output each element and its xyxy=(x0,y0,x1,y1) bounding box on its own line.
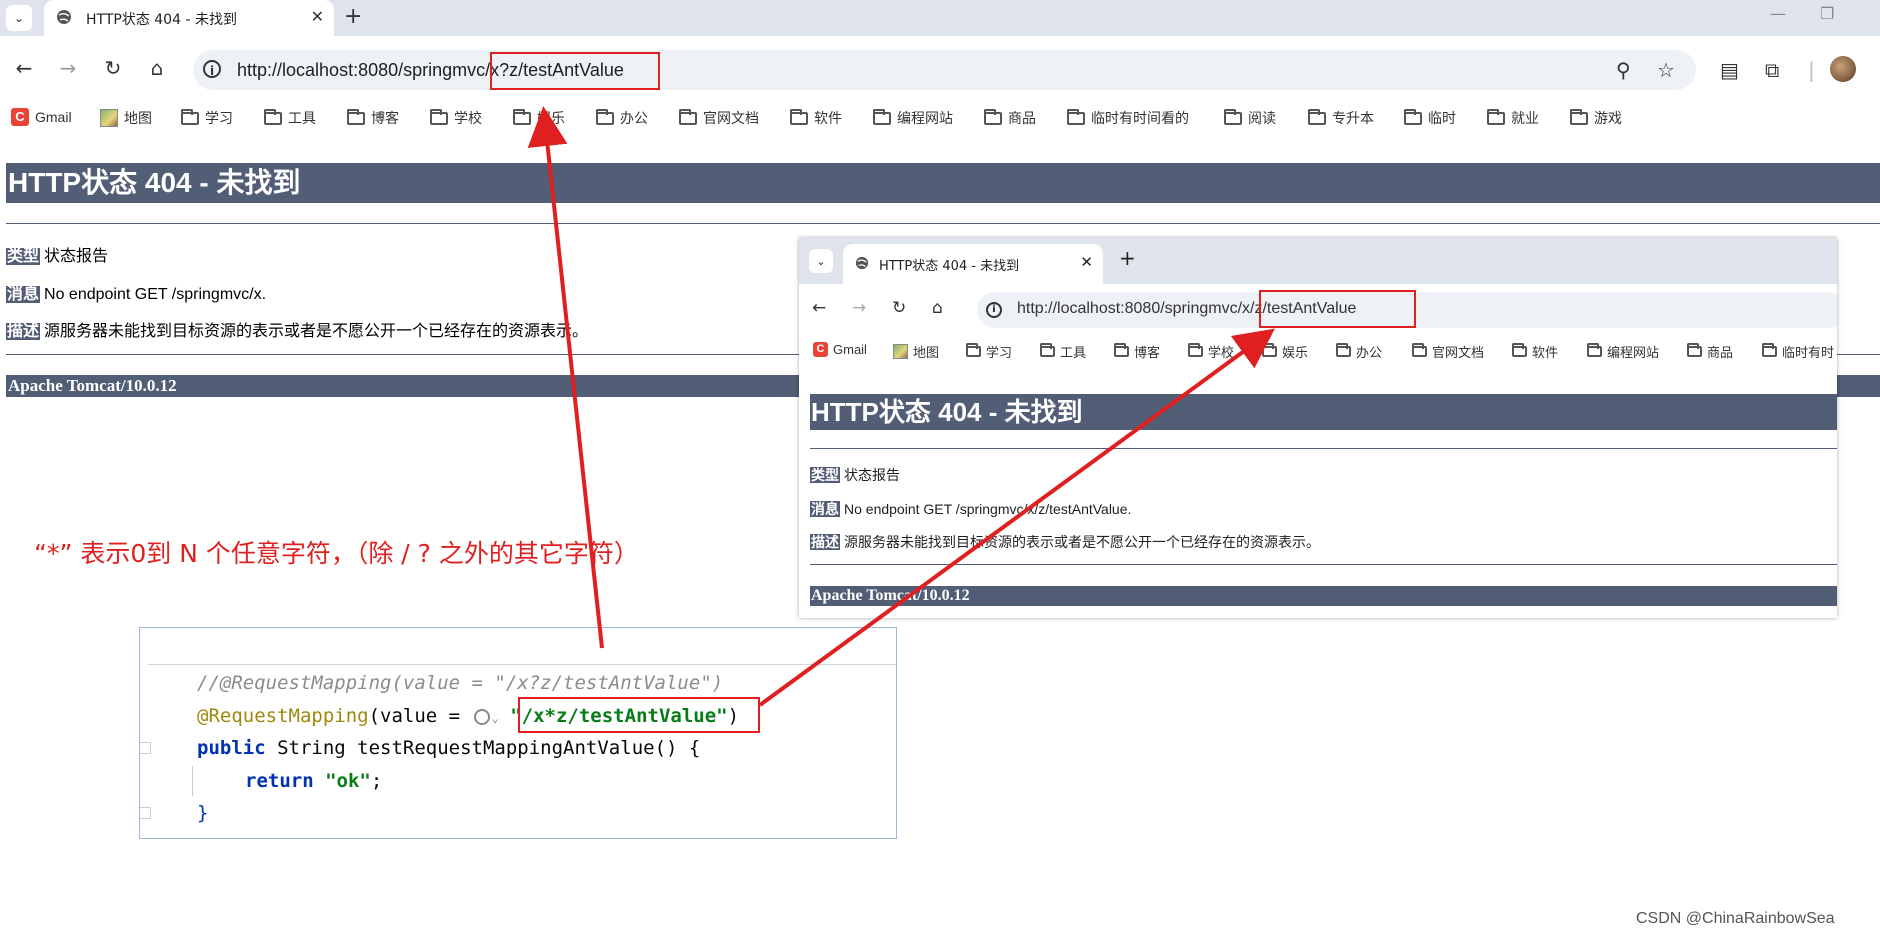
arrow-to-inset-url xyxy=(758,328,1275,707)
annotation-arrows xyxy=(527,106,1275,707)
watermark: CSDN @ChinaRainbowSea xyxy=(1636,910,1835,927)
arrow-to-main-url xyxy=(527,106,604,649)
